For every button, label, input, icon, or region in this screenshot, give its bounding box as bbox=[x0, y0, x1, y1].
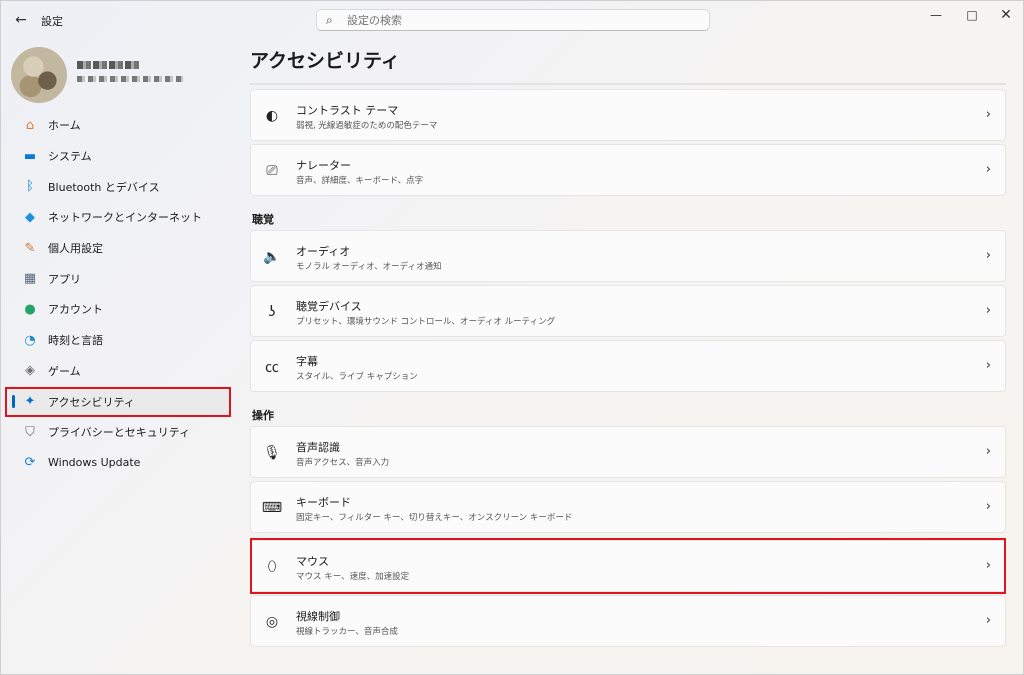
section-label-hearing: 聴覚 bbox=[252, 213, 274, 226]
chevron-right-icon: › bbox=[985, 248, 991, 263]
bluetooth-icon: ᛒ bbox=[26, 179, 34, 195]
profile-name-redacted bbox=[77, 61, 141, 69]
wifi-icon: ◆ bbox=[25, 209, 35, 225]
sidebar-item-gamepad[interactable]: ◈ ゲーム bbox=[9, 356, 231, 387]
chevron-right-icon: › bbox=[985, 499, 991, 514]
card-title: ナレーター bbox=[296, 159, 351, 172]
eye-control-icon: ◎ bbox=[265, 614, 279, 630]
card-title: コントラスト テーマ bbox=[296, 104, 399, 117]
chevron-right-icon: › bbox=[985, 303, 991, 318]
page-title: アクセシビリティ bbox=[250, 50, 400, 72]
mouse-highlight-box bbox=[250, 538, 1006, 594]
settings-card-narrator[interactable]: ⎚ ナレーター音声、詳細度、キーボード、点字 › bbox=[250, 144, 1006, 196]
title-bar: ← 設定 ⌕ — □ ✕ bbox=[1, 1, 1023, 39]
sidebar-item-home[interactable]: ⌂ ホーム bbox=[9, 110, 231, 141]
card-title: オーディオ bbox=[296, 245, 351, 258]
section-label-interaction: 操作 bbox=[252, 409, 274, 422]
settings-card-contrast[interactable]: ◐ コントラスト テーマ弱視, 光線過敏症のための配色テーマ › bbox=[250, 89, 1006, 141]
settings-card-eye-control[interactable]: ◎ 視線制御視線トラッカー、音声合成 › bbox=[250, 595, 1006, 647]
sidebar-item-label: アカウント bbox=[48, 303, 103, 317]
card-subtitle: 音声アクセス、音声入力 bbox=[296, 458, 390, 468]
sidebar-item-update[interactable]: ⟳ Windows Update bbox=[9, 448, 231, 479]
card-subtitle: スタイル、ライブ キャプション bbox=[296, 372, 418, 382]
settings-card-keyboard[interactable]: ⌨ キーボード固定キー、フィルター キー、切り替えキー、オンスクリーン キーボード… bbox=[250, 481, 1006, 533]
sidebar-item-bluetooth[interactable]: ᛒ Bluetooth とデバイス bbox=[9, 171, 231, 202]
app-title: 設定 bbox=[41, 15, 63, 28]
captions-icon: ㏄ bbox=[265, 360, 279, 376]
chevron-right-icon: › bbox=[985, 613, 991, 628]
contrast-icon: ◐ bbox=[265, 108, 279, 124]
minimize-button[interactable]: — bbox=[921, 5, 951, 25]
sidebar-item-label: 時刻と言語 bbox=[48, 334, 103, 348]
chevron-right-icon: › bbox=[985, 162, 991, 177]
settings-window: ← 設定 ⌕ — □ ✕ ⌂ ホーム ▬ システム ᛒ Bluetooth とデバイス ◆ ネ… bbox=[0, 0, 1024, 675]
microphone-icon: 🎙 bbox=[263, 445, 281, 461]
card-title: 字幕 bbox=[296, 355, 318, 368]
back-button[interactable]: ← bbox=[11, 10, 31, 30]
search-icon: ⌕ bbox=[326, 13, 333, 27]
system-icon: ▬ bbox=[23, 148, 37, 164]
sidebar-item-label: ホーム bbox=[48, 119, 81, 133]
card-title: 音声認識 bbox=[296, 441, 340, 454]
ear-icon: ʖ bbox=[268, 304, 276, 320]
speaker-icon: 🔈 bbox=[263, 249, 281, 265]
home-icon: ⌂ bbox=[25, 117, 35, 133]
search-box[interactable]: ⌕ bbox=[316, 9, 710, 31]
maximize-button[interactable]: □ bbox=[957, 5, 987, 25]
shield-icon: ⛉ bbox=[25, 424, 35, 440]
settings-card-speaker[interactable]: 🔈 オーディオモノラル オーディオ、オーディオ通知 › bbox=[250, 230, 1006, 282]
card-title: 視線制御 bbox=[296, 610, 340, 623]
chevron-right-icon: › bbox=[985, 107, 991, 122]
sidebar-item-brush[interactable]: ✎ 個人用設定 bbox=[9, 233, 231, 264]
sidebar-item-wifi[interactable]: ◆ ネットワークとインターネット bbox=[9, 202, 231, 233]
sidebar-item-shield[interactable]: ⛉ プライバシーとセキュリティ bbox=[9, 417, 231, 448]
sidebar-item-account[interactable]: ● アカウント bbox=[9, 294, 231, 325]
gamepad-icon: ◈ bbox=[25, 363, 35, 379]
card-title: キーボード bbox=[296, 496, 351, 509]
card-subtitle: 固定キー、フィルター キー、切り替えキー、オンスクリーン キーボード bbox=[296, 513, 573, 523]
close-button[interactable]: ✕ bbox=[991, 5, 1021, 25]
account-icon: ● bbox=[24, 301, 36, 317]
sidebar-nav: ⌂ ホーム ▬ システム ᛒ Bluetooth とデバイス ◆ ネットワークとインターネット… bbox=[9, 110, 231, 478]
sidebar-item-label: システム bbox=[48, 150, 92, 164]
globe-clock-icon: ◔ bbox=[24, 332, 36, 348]
sidebar-item-label: プライバシーとセキュリティ bbox=[48, 426, 191, 440]
card-subtitle: 視線トラッカー、音声合成 bbox=[296, 627, 398, 637]
sidebar-item-globe-clock[interactable]: ◔ 時刻と言語 bbox=[9, 325, 231, 356]
card-subtitle: プリセット、環境サウンド コントロール、オーディオ ルーティング bbox=[296, 317, 556, 327]
apps-icon: ▦ bbox=[23, 271, 37, 287]
narrator-icon: ⎚ bbox=[266, 163, 278, 179]
card-subtitle: モノラル オーディオ、オーディオ通知 bbox=[296, 262, 442, 272]
sidebar-item-label: ネットワークとインターネット bbox=[48, 211, 202, 225]
user-profile[interactable] bbox=[11, 47, 231, 103]
update-icon: ⟳ bbox=[24, 455, 36, 471]
settings-card-microphone[interactable]: 🎙 音声認識音声アクセス、音声入力 › bbox=[250, 426, 1006, 478]
keyboard-icon: ⌨ bbox=[261, 500, 283, 516]
card-subtitle: 弱視, 光線過敏症のための配色テーマ bbox=[296, 121, 438, 131]
sidebar-item-label: アプリ bbox=[48, 272, 81, 286]
sidebar-item-label: 個人用設定 bbox=[48, 242, 103, 256]
brush-icon: ✎ bbox=[24, 240, 36, 256]
card-title: 聴覚デバイス bbox=[296, 300, 362, 313]
sidebar-item-label: ゲーム bbox=[48, 364, 81, 378]
chevron-right-icon: › bbox=[985, 358, 991, 373]
sidebar-item-apps[interactable]: ▦ アプリ bbox=[9, 263, 231, 294]
scroll-edge-card bbox=[250, 83, 1006, 85]
sidebar-item-system[interactable]: ▬ システム bbox=[9, 141, 231, 172]
sidebar-highlight-box bbox=[5, 387, 231, 417]
settings-card-ear[interactable]: ʖ 聴覚デバイスプリセット、環境サウンド コントロール、オーディオ ルーティング › bbox=[250, 285, 1006, 337]
search-input[interactable] bbox=[347, 12, 697, 28]
sidebar-item-label: Bluetooth とデバイス bbox=[48, 180, 160, 194]
profile-email-redacted bbox=[77, 76, 183, 82]
settings-card-captions[interactable]: ㏄ 字幕スタイル、ライブ キャプション › bbox=[250, 340, 1006, 392]
chevron-right-icon: › bbox=[985, 444, 991, 459]
avatar bbox=[11, 47, 67, 103]
card-subtitle: 音声、詳細度、キーボード、点字 bbox=[296, 176, 424, 186]
sidebar-item-label: Windows Update bbox=[48, 456, 141, 470]
